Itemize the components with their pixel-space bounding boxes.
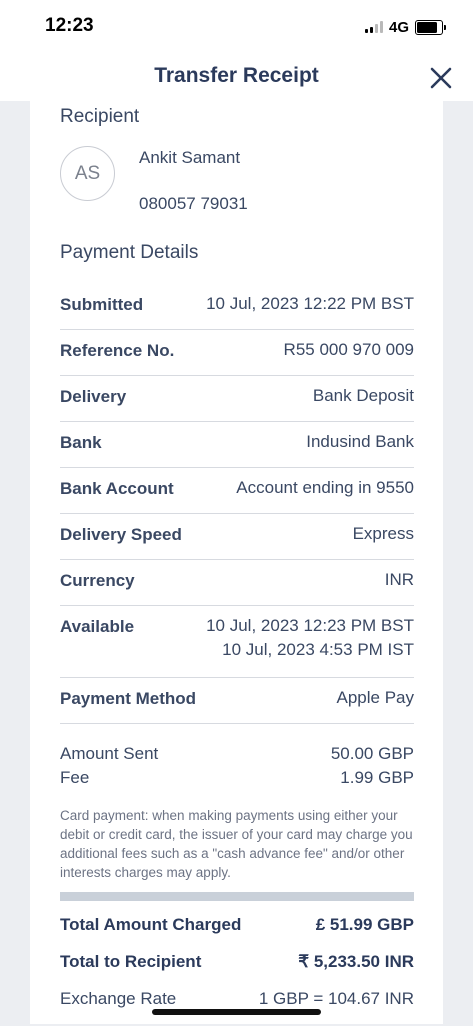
amounts-section: Amount Sent 50.00 GBP Fee 1.99 GBP [60, 744, 414, 792]
detail-label: Reference No. [60, 341, 175, 360]
network-type: 4G [388, 18, 409, 36]
detail-row-submitted: Submitted 10 Jul, 2023 12:22 PM BST [60, 284, 414, 330]
total-recipient-row: Total to Recipient ₹ 5,233.50 INR [60, 952, 414, 989]
detail-value: INR [384, 570, 414, 589]
divider [60, 892, 414, 901]
detail-row-currency: Currency INR [60, 560, 414, 606]
fee-value: 1.99 GBP [340, 768, 414, 787]
signal-icon [364, 21, 383, 33]
exchange-rate-label: Exchange Rate [60, 989, 177, 1008]
payment-details-list: Submitted 10 Jul, 2023 12:22 PM BST Refe… [60, 284, 414, 724]
page-title: Transfer Receipt [154, 64, 319, 87]
detail-value: Express [352, 524, 414, 543]
exchange-rate-value: 1 GBP = 104.67 INR [258, 989, 414, 1008]
detail-row-available: Available 10 Jul, 2023 12:23 PM BST 10 J… [60, 606, 414, 678]
detail-label: Submitted [60, 295, 144, 314]
total-charged-row: Total Amount Charged £ 51.99 GBP [60, 915, 414, 952]
detail-row-delivery-speed: Delivery Speed Express [60, 514, 414, 560]
detail-label: Bank Account [60, 479, 174, 498]
status-bar: 12:23 4G [0, 0, 473, 52]
recipient-section-title: Recipient [60, 106, 140, 127]
available-bst: 10 Jul, 2023 12:23 PM BST [206, 616, 414, 635]
total-charged-value: £ 51.99 GBP [315, 915, 414, 934]
amount-sent-row: Amount Sent 50.00 GBP [60, 744, 414, 768]
detail-value: Account ending in 9550 [236, 478, 414, 497]
detail-row-delivery: Delivery Bank Deposit [60, 376, 414, 422]
exchange-rate-row: Exchange Rate 1 GBP = 104.67 INR [60, 989, 414, 1026]
total-charged-label: Total Amount Charged [60, 915, 242, 934]
detail-value: Indusind Bank [306, 432, 414, 451]
amount-sent-value: 50.00 GBP [330, 744, 414, 763]
detail-row-payment-method: Payment Method Apple Pay [60, 678, 414, 724]
detail-label: Bank [60, 433, 102, 452]
amount-sent-label: Amount Sent [60, 744, 159, 763]
detail-value: R55 000 970 009 [283, 340, 414, 359]
close-button[interactable] [428, 65, 454, 91]
detail-row-bank-account: Bank Account Account ending in 9550 [60, 468, 414, 514]
detail-label: Delivery Speed [60, 525, 182, 544]
detail-row-reference: Reference No. R55 000 970 009 [60, 330, 414, 376]
detail-label: Delivery [60, 387, 127, 406]
payment-details-title: Payment Details [60, 242, 199, 263]
total-recipient-value: ₹ 5,233.50 INR [298, 952, 414, 971]
avatar: AS [60, 146, 115, 201]
available-ist: 10 Jul, 2023 4:53 PM IST [222, 640, 414, 659]
battery-icon [415, 19, 446, 35]
card-payment-disclaimer: Card payment: when making payments using… [60, 808, 413, 880]
detail-value: Bank Deposit [312, 386, 414, 405]
detail-value: Apple Pay [336, 688, 415, 707]
fee-row: Fee 1.99 GBP [60, 768, 414, 792]
detail-value: 10 Jul, 2023 12:23 PM BST 10 Jul, 2023 4… [206, 614, 414, 662]
status-time: 12:23 [45, 15, 94, 36]
home-indicator[interactable] [152, 1009, 321, 1015]
total-recipient-label: Total to Recipient [60, 952, 202, 971]
detail-value: 10 Jul, 2023 12:22 PM BST [206, 294, 414, 313]
detail-label: Available [60, 617, 135, 636]
recipient-account-number: 080057 79031 [139, 194, 248, 213]
close-icon [430, 67, 452, 89]
detail-label: Currency [60, 571, 135, 590]
header: Transfer Receipt [0, 52, 473, 101]
recipient-name: Ankit Samant [139, 148, 241, 167]
detail-row-bank: Bank Indusind Bank [60, 422, 414, 468]
detail-label: Payment Method [60, 689, 197, 708]
fee-label: Fee [60, 768, 90, 787]
status-indicators: 4G [364, 18, 446, 36]
receipt-card: Recipient AS Ankit Samant 080057 79031 P… [30, 101, 443, 1024]
